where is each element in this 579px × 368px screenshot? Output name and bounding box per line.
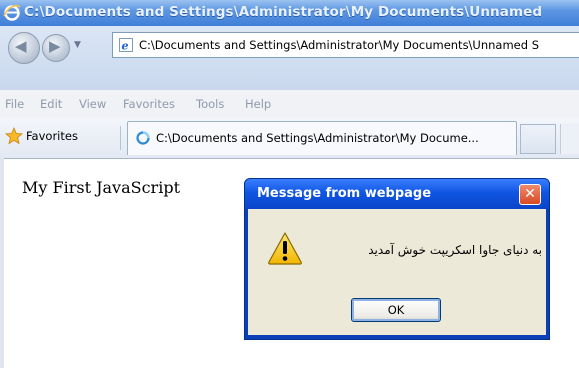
menu-edit[interactable]: Edit [40,97,62,111]
warning-icon [268,232,302,265]
forward-button[interactable]: ▶ [42,34,70,62]
menu-bar: File Edit View Favorites Tools Help [0,90,579,119]
svg-text:e: e [122,40,129,53]
menu-help[interactable]: Help [245,97,271,111]
address-url[interactable]: C:\Documents and Settings\Administrator\… [139,38,539,52]
favorites-star-icon [5,127,23,145]
page-frame-border [0,158,4,368]
tab-title[interactable]: C:\Documents and Settings\Administrator\… [156,131,479,145]
menu-favorites[interactable]: Favorites [123,97,175,111]
tab-bar-spacer [560,124,579,154]
back-arrow-icon: ◀ [15,37,27,55]
window-title: C:\Documents and Settings\Administrator\… [24,4,543,20]
dialog-message: به دنیای جاوا اسکریپت خوش آمدید [368,243,542,257]
dialog-title: Message from webpage [257,186,432,201]
forward-arrow-icon: ▶ [49,37,61,55]
ok-button[interactable]: OK [351,298,441,322]
dialog-title-bar[interactable]: Message from webpage ✕ [245,179,549,209]
back-button[interactable]: ◀ [8,32,40,64]
dialog-body: به دنیای جاوا اسکریپت خوش آمدید OK [248,209,546,335]
menu-view[interactable]: View [79,97,106,111]
favorites-button[interactable]: Favorites [26,129,78,143]
page-heading: My First JavaScript [22,178,180,197]
dialog-close-button[interactable]: ✕ [519,184,541,205]
ie-page-icon: e [119,38,133,52]
history-dropdown-icon[interactable]: ▼ [74,40,81,50]
menu-file[interactable]: File [5,97,24,111]
menu-tools[interactable]: Tools [196,97,224,111]
toolbar-separator [120,126,121,150]
favorites-tab-bar: Favorites C:\Documents and Settings\Admi… [0,118,579,159]
tab-loading-icon [136,131,150,145]
new-tab-button[interactable] [520,124,556,154]
window-title-bar: C:\Documents and Settings\Administrator\… [0,0,579,26]
ie-logo-icon [3,4,21,21]
close-icon: ✕ [524,186,536,202]
address-bar[interactable]: e C:\Documents and Settings\Administrato… [112,32,579,58]
alert-dialog: Message from webpage ✕ به دنیای جاوا اسک… [244,178,550,340]
browser-tab-active[interactable]: C:\Documents and Settings\Administrator\… [127,121,517,155]
